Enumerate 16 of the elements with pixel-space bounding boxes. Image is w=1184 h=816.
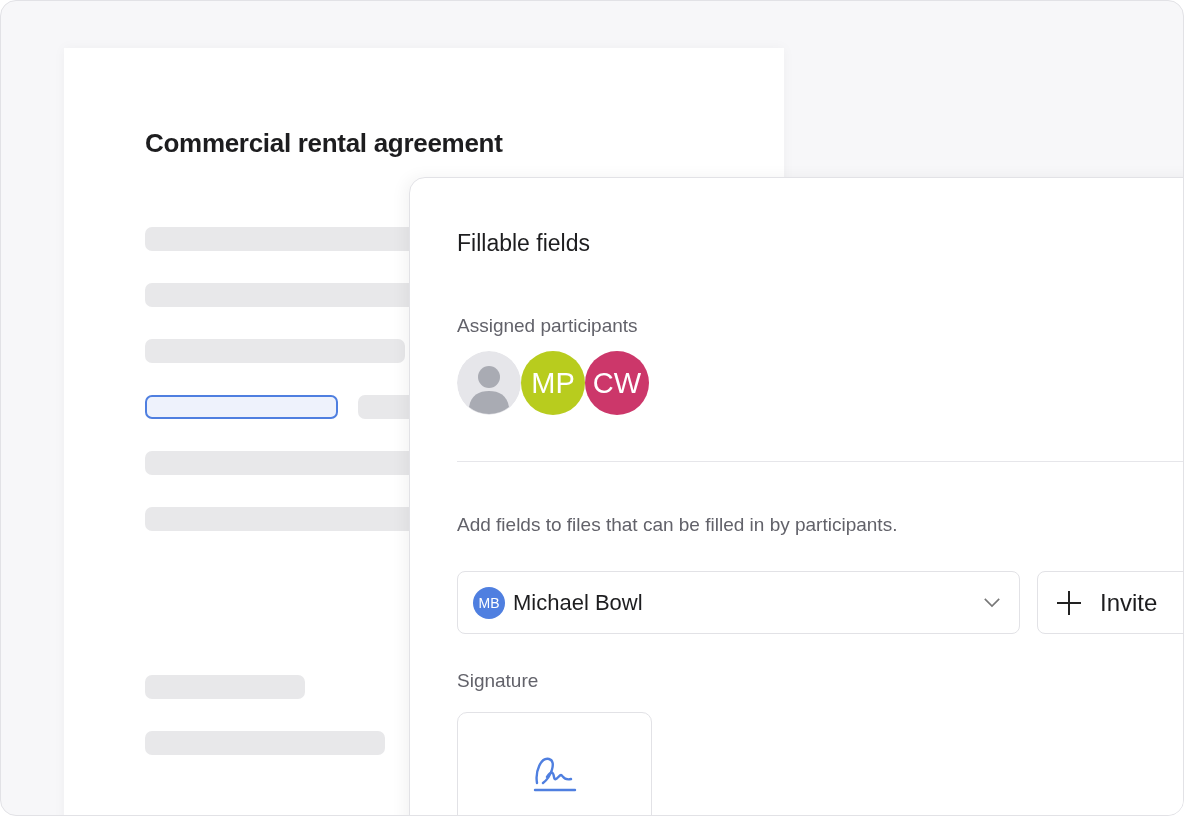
section-label: Signature xyxy=(457,670,540,692)
invite-button[interactable]: Invite xyxy=(1037,571,1183,634)
assignee-dropdown[interactable]: MB Michael Bowl xyxy=(457,571,1020,634)
panel-title: Fillable fields xyxy=(457,230,591,257)
hint-text: Add fields to files that can be filled in by participants. xyxy=(457,514,899,536)
chevron-down-icon xyxy=(983,597,1001,608)
participant-avatar: CW xyxy=(585,351,649,415)
document-title: Commercial rental agreement xyxy=(145,128,504,159)
field-placeholder[interactable] xyxy=(145,395,338,419)
participant-avatar: MP xyxy=(521,351,585,415)
assignee-name: Michael Bowl xyxy=(513,589,644,616)
plus-icon xyxy=(1056,589,1082,616)
signature-field-option[interactable] xyxy=(457,712,652,815)
section-label: Assigned participants xyxy=(457,315,639,337)
assignee-avatar: MB xyxy=(473,586,505,619)
avatar-icon xyxy=(457,351,521,415)
